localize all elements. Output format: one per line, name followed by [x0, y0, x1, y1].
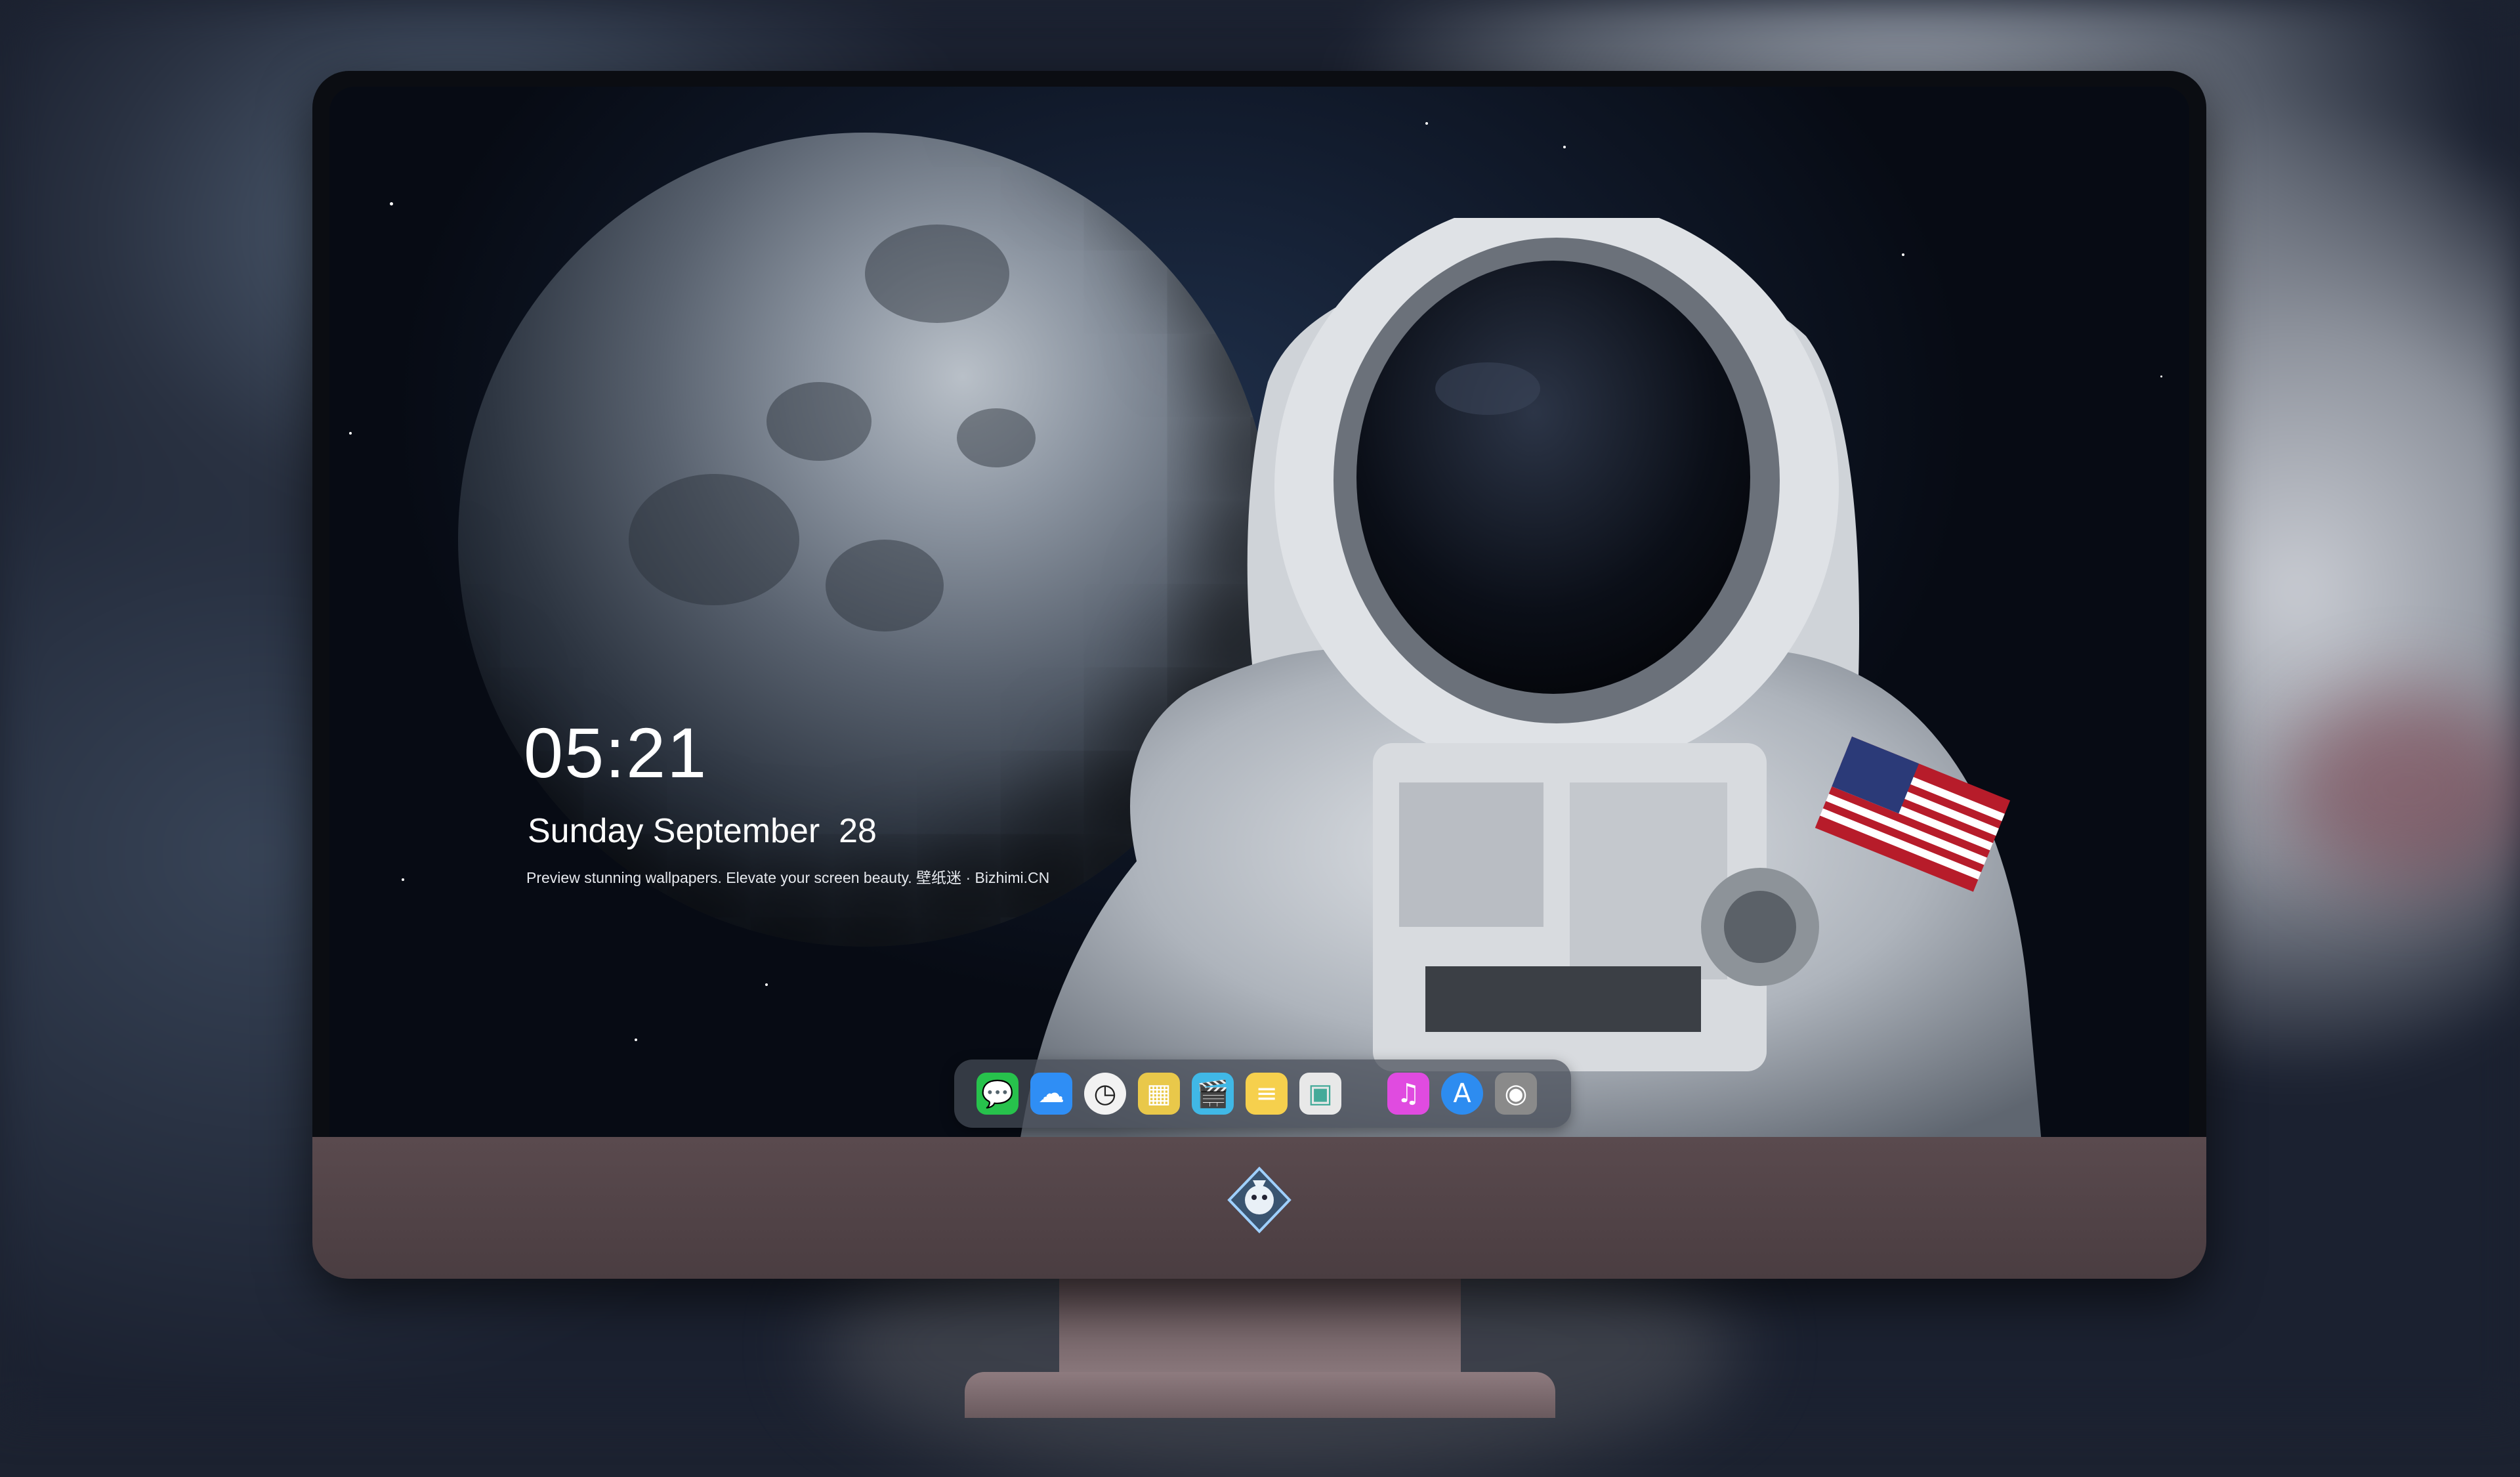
monitor-stand-neck	[1059, 1279, 1461, 1377]
clips-glyph: 🎬	[1196, 1079, 1229, 1109]
app-store-icon[interactable]: A	[1441, 1073, 1483, 1115]
star	[765, 983, 768, 986]
clock-date: Sunday September 28	[528, 812, 877, 850]
star	[2160, 375, 2162, 377]
star	[1425, 122, 1428, 125]
clock-time: 05:21	[524, 713, 708, 792]
preview-icon[interactable]: ▦	[1138, 1073, 1180, 1115]
star	[635, 1038, 637, 1041]
clips-icon[interactable]: 🎬	[1192, 1073, 1234, 1115]
camera-glyph: ◉	[1504, 1079, 1528, 1109]
dock: 💬 ☁ ◷ ▦ 🎬 ≡ ▣ ♫ A ◉	[954, 1060, 1571, 1128]
app-store-glyph: A	[1453, 1079, 1471, 1109]
preview-glyph: ▦	[1146, 1079, 1171, 1109]
photos-icon[interactable]: ▣	[1299, 1073, 1341, 1115]
notes-icon[interactable]: ≡	[1246, 1073, 1288, 1115]
brand-logo-icon	[1227, 1167, 1292, 1233]
star	[349, 432, 352, 435]
weather-icon[interactable]: ☁	[1030, 1073, 1072, 1115]
desktop-screen: 05:21 Sunday September 28 Preview stunni…	[329, 87, 2189, 1137]
star	[390, 202, 393, 205]
star	[1563, 146, 1566, 148]
monitor-stand-base	[965, 1372, 1555, 1418]
background-blur-accent	[2284, 689, 2520, 886]
moon-crater	[766, 382, 872, 461]
moon-crater	[865, 225, 1009, 323]
camera-icon[interactable]: ◉	[1495, 1073, 1537, 1115]
wallpaper-tagline: Preview stunning wallpapers. Elevate you…	[526, 869, 1050, 886]
clock-icon[interactable]: ◷	[1084, 1073, 1126, 1115]
messages-icon[interactable]: 💬	[976, 1073, 1018, 1115]
moon-crater	[629, 474, 799, 605]
weather-glyph: ☁	[1038, 1079, 1064, 1109]
star	[402, 878, 404, 881]
itunes-glyph: ♫	[1396, 1079, 1420, 1109]
itunes-icon[interactable]: ♫	[1387, 1073, 1429, 1115]
photos-glyph: ▣	[1308, 1079, 1333, 1109]
monitor-frame: 05:21 Sunday September 28 Preview stunni…	[312, 71, 2206, 1279]
moon-crater	[826, 540, 944, 631]
notes-glyph: ≡	[1255, 1079, 1278, 1109]
astronaut-image	[1020, 218, 2042, 1137]
messages-glyph: 💬	[981, 1079, 1014, 1109]
clock-glyph: ◷	[1093, 1079, 1117, 1109]
